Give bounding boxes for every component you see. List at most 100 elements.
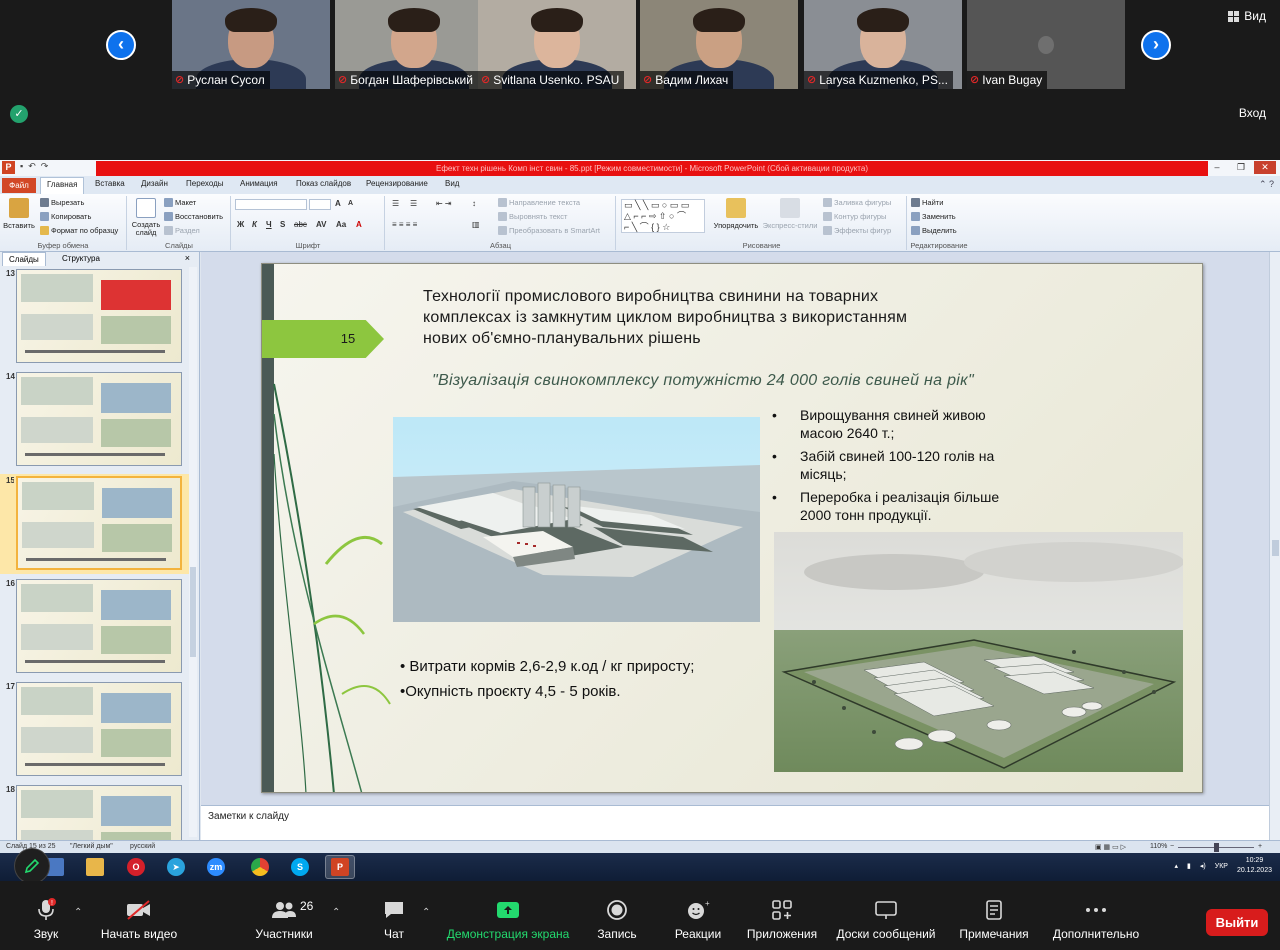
view-normal-icon[interactable]: ▣ ▦ ▭ ▷ <box>1095 843 1126 851</box>
tab-outline[interactable]: Структура <box>56 252 106 266</box>
slide-thumbnail[interactable] <box>16 269 182 363</box>
audio-button[interactable]: ! Звук <box>24 897 68 941</box>
layout-button[interactable]: Макет <box>164 198 196 207</box>
stage-scrollbar[interactable] <box>1269 252 1280 840</box>
tab-review[interactable]: Рецензирование <box>366 179 428 188</box>
audio-options-chevron-icon[interactable]: ⌃ <box>74 907 82 918</box>
participant-tile[interactable]: ⊘ Ivan Bugay <box>967 0 1125 89</box>
zoom-in-icon[interactable]: + <box>1258 843 1262 850</box>
more-button[interactable]: Дополнительно <box>1050 897 1142 941</box>
login-button[interactable]: Вход <box>1239 106 1266 120</box>
chat-button[interactable]: Чат <box>376 897 412 941</box>
keyboard-language[interactable]: УКР <box>1215 863 1228 870</box>
slide-thumbnail[interactable] <box>16 579 182 673</box>
taskbar-app-zoom[interactable]: zm <box>201 855 231 879</box>
zoom-slider[interactable] <box>1178 843 1254 852</box>
tab-home[interactable]: Главная <box>40 177 85 194</box>
taskbar-app-powerpoint[interactable]: P <box>325 855 355 879</box>
underline-button[interactable]: Ч <box>266 220 272 229</box>
zoom-level[interactable]: 110% <box>1150 843 1167 850</box>
tab-view[interactable]: Вид <box>445 179 459 188</box>
annotate-pen-button[interactable] <box>14 848 50 884</box>
strikethrough-button[interactable]: abc <box>294 220 307 229</box>
align-buttons[interactable]: ≡ ≡ ≡ ≡ <box>392 220 417 229</box>
slide-thumbnail-row[interactable]: 13 <box>0 267 190 367</box>
smartart-button[interactable]: Преобразовать в SmartArt <box>498 226 600 235</box>
slide-thumbnail[interactable] <box>14 474 184 572</box>
panel-close-icon[interactable]: × <box>179 252 196 266</box>
notes-button[interactable]: Примечания <box>956 897 1032 941</box>
font-size-dropdown[interactable] <box>309 199 331 210</box>
help-icon[interactable]: ⌃ ? <box>1259 179 1274 190</box>
restore-icon[interactable]: ❐ <box>1230 161 1252 174</box>
numbering-button[interactable]: ☰ <box>410 199 417 208</box>
copy-button[interactable]: Копировать <box>40 212 91 221</box>
case-button[interactable]: Aa <box>336 220 346 229</box>
columns-button[interactable]: ▥ <box>472 220 480 229</box>
tab-file[interactable]: Файл <box>2 178 36 193</box>
taskbar-app-folder[interactable] <box>80 855 110 879</box>
tab-slideshow[interactable]: Показ слайдов <box>296 179 351 188</box>
participant-tile[interactable]: ⊘ Богдан Шаферівський <box>335 0 493 89</box>
language-indicator[interactable]: русский <box>130 843 155 850</box>
participants-options-chevron-icon[interactable]: ⌃ <box>332 907 340 918</box>
shapes-gallery[interactable]: ▭ ╲ ╲ ▭ ○ ▭ ▭ △ ⌐ ⌐ ⇨ ⇧ ○ ⌒ ⌐ ╲ ⌒ { } ☆ <box>621 199 705 233</box>
taskbar-app-telegram[interactable]: ➤ <box>161 855 191 879</box>
taskbar-app-chrome[interactable] <box>245 855 275 879</box>
find-button[interactable]: Найти <box>911 198 943 207</box>
clock[interactable]: 10:29 20.12.2023 <box>1237 856 1272 876</box>
italic-button[interactable]: К <box>252 220 257 229</box>
share-screen-button[interactable]: Демонстрация экрана <box>444 897 572 941</box>
notes-pane[interactable]: Заметки к слайду <box>201 805 1269 840</box>
record-button[interactable]: Запись <box>594 897 640 941</box>
tab-insert[interactable]: Вставка <box>95 179 125 188</box>
tab-design[interactable]: Дизайн <box>141 179 168 188</box>
font-name-dropdown[interactable] <box>235 199 307 210</box>
volume-icon[interactable]: ◂) <box>1200 862 1206 870</box>
shape-fill-button[interactable]: Заливка фигуры <box>823 198 891 207</box>
redo-icon[interactable]: ↷ <box>41 161 49 174</box>
panel-scrollbar[interactable] <box>189 267 197 837</box>
slide-thumbnail-row[interactable]: 16 <box>0 577 190 677</box>
replace-button[interactable]: Заменить <box>911 212 956 221</box>
taskbar-app-opera[interactable]: O <box>121 855 151 879</box>
participant-tile[interactable]: ⊘ Larysa Kuzmenko, PS... <box>804 0 962 89</box>
leave-meeting-button[interactable]: Выйти <box>1206 909 1268 936</box>
slide-thumbnail-row[interactable]: 14 <box>0 370 190 470</box>
format-painter-button[interactable]: Формат по образцу <box>40 226 118 235</box>
indent-button[interactable]: ⇤ ⇥ <box>436 199 452 208</box>
shape-outline-button[interactable]: Контур фигуры <box>823 212 886 221</box>
shadow-button[interactable]: S <box>280 220 285 229</box>
taskbar-app-skype[interactable]: S <box>285 855 315 879</box>
participant-tile[interactable]: ⊘ Руслан Сусол <box>172 0 330 89</box>
network-icon[interactable]: ▮ <box>1187 862 1191 870</box>
close-icon[interactable]: ✕ <box>1254 161 1276 174</box>
gallery-next-button[interactable]: › <box>1141 30 1171 60</box>
grow-font-button[interactable]: A <box>335 199 341 208</box>
participant-tile[interactable]: ⊘ Вадим Лихач <box>640 0 798 89</box>
tab-slides[interactable]: Слайды <box>2 252 46 266</box>
start-video-button[interactable]: Начать видео <box>98 897 180 941</box>
whiteboards-button[interactable]: Доски сообщений <box>834 897 938 941</box>
participant-tile[interactable]: ⊘ Svitlana Usenko. PSAU <box>478 0 636 89</box>
select-button[interactable]: Выделить <box>911 226 957 235</box>
undo-icon[interactable]: ↶ <box>28 161 36 174</box>
bold-button[interactable]: Ж <box>237 220 244 229</box>
reset-button[interactable]: Восстановить <box>164 212 223 221</box>
slide-thumbnail-row[interactable]: 17 <box>0 680 190 780</box>
tab-transitions[interactable]: Переходы <box>186 179 224 188</box>
align-text-button[interactable]: Выровнять текст <box>498 212 567 221</box>
participants-button[interactable]: 26 Участники <box>254 897 314 941</box>
encryption-shield-icon[interactable]: ✓ <box>10 105 28 123</box>
tab-animation[interactable]: Анимация <box>240 179 278 188</box>
new-slide-button[interactable]: Создать слайд <box>130 198 162 237</box>
reactions-button[interactable]: + Реакции <box>672 897 724 941</box>
shrink-font-button[interactable]: A <box>348 200 353 207</box>
cut-button[interactable]: Вырезать <box>40 198 84 207</box>
text-direction-button[interactable]: Направление текста <box>498 198 580 207</box>
apps-button[interactable]: Приложения <box>744 897 820 941</box>
slide-thumbnail[interactable] <box>16 682 182 776</box>
gallery-prev-button[interactable]: ‹ <box>106 30 136 60</box>
spacing-button[interactable]: AV <box>316 220 327 229</box>
shape-effects-button[interactable]: Эффекты фигур <box>823 226 891 235</box>
